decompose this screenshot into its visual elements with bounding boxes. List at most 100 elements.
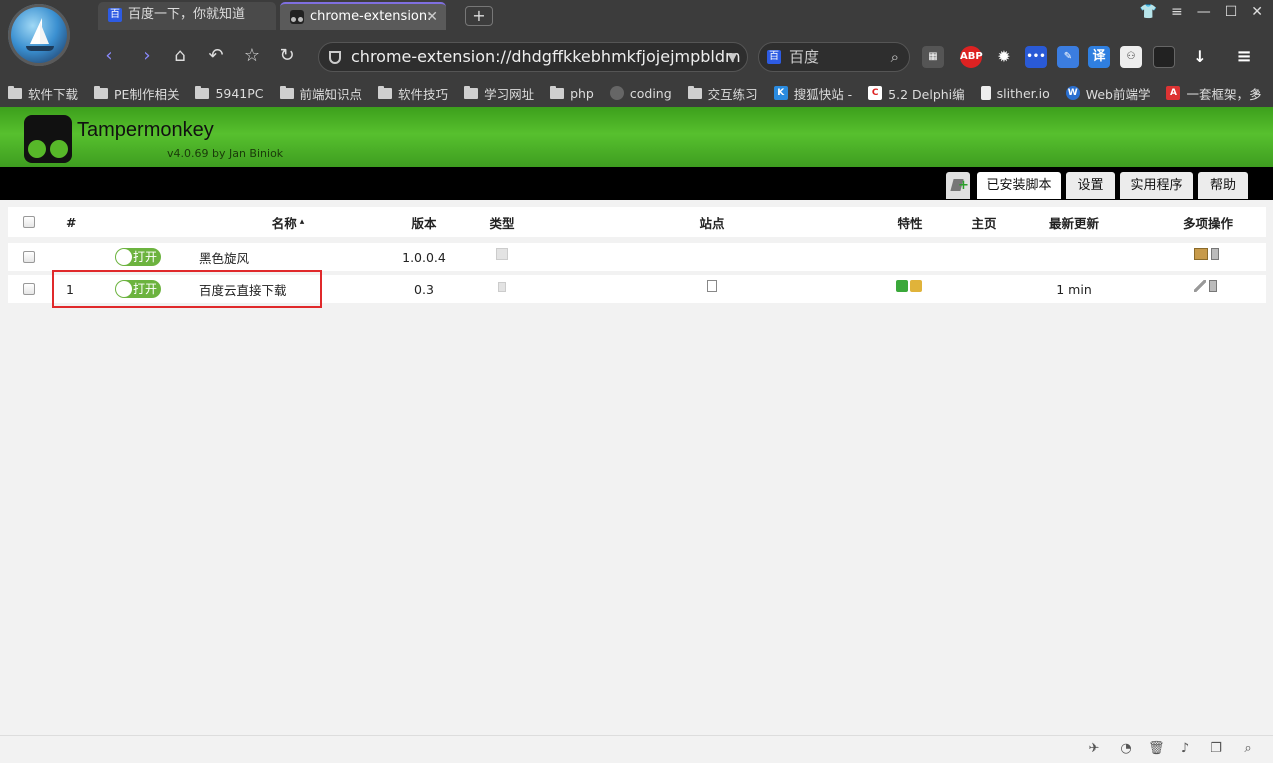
sohu-icon: K (773, 86, 788, 100)
col-version[interactable]: 版本 (394, 207, 454, 237)
bookmark-folder[interactable]: php (550, 85, 594, 101)
web-icon: W (1065, 86, 1080, 100)
tab-bar: 百 百度一下，你就知道 chrome-extension: ✕ + (96, 0, 1096, 32)
new-script-button[interactable] (946, 172, 970, 199)
face-icon[interactable]: ⚇ (1120, 46, 1142, 68)
bookmark-folder[interactable]: 软件技巧 (378, 84, 448, 103)
chevron-down-icon[interactable]: ▼ (728, 43, 737, 71)
folder-icon (550, 85, 565, 99)
tab-settings[interactable]: 设置 (1066, 172, 1115, 199)
select-all-checkbox[interactable] (23, 207, 35, 237)
bookmark-folder[interactable]: 软件下载 (8, 84, 78, 103)
folder-icon (8, 85, 22, 99)
row-actions (1194, 275, 1217, 303)
pin-icon[interactable]: ✈ (1086, 741, 1102, 757)
row-checkbox[interactable] (23, 275, 35, 303)
tab-help[interactable]: 帮助 (1198, 172, 1248, 199)
undo-icon[interactable]: ↶ (203, 44, 229, 70)
search-icon[interactable]: ⌕ (891, 43, 899, 71)
highlight-annotation (52, 270, 322, 308)
translate-icon[interactable]: 译 (1088, 46, 1110, 68)
menu-icon[interactable]: ≡ (1233, 46, 1255, 68)
toolbar: ‹ › ⌂ ↶ ☆ ↻ chrome-extension://dhdgffkke… (0, 38, 1273, 76)
bookmark-link[interactable]: coding (609, 86, 672, 101)
minimize-icon[interactable]: — (1197, 4, 1211, 20)
tampermonkey-ext-icon[interactable] (1153, 46, 1175, 68)
tm-tab-bar: 已安装脚本 设置 实用程序 帮助 (0, 167, 1273, 200)
more-bookmarks-icon[interactable]: » (1253, 84, 1261, 99)
row-checkbox[interactable] (23, 243, 35, 271)
star-icon[interactable]: ☆ (239, 44, 265, 70)
close-window-icon[interactable]: ✕ (1251, 4, 1263, 20)
speed-icon[interactable]: ◔ (1118, 741, 1134, 757)
address-bar[interactable]: chrome-extension://dhdgffkkebhmkfjojejmp… (318, 42, 748, 72)
apps-grid-icon[interactable]: ▦ (922, 46, 944, 68)
bookmark-link[interactable]: A 一套框架，多 (1166, 84, 1262, 103)
menu-lines-icon[interactable]: ≡ (1171, 4, 1183, 20)
volume-icon[interactable]: ♪ (1177, 741, 1193, 757)
status-bar: ✈ ◔ 🗑 ♪ ❐ ⌕ (0, 735, 1273, 763)
tab-utilities[interactable]: 实用程序 (1120, 172, 1193, 199)
tab-extension[interactable]: chrome-extension: ✕ (280, 2, 446, 30)
trash-icon[interactable]: 🗑 (1148, 741, 1165, 757)
edit-icon[interactable] (1194, 280, 1206, 292)
bookmark-link[interactable]: W Web前端学 (1065, 84, 1150, 103)
script-version: 0.3 (414, 281, 434, 297)
enable-toggle[interactable]: 打开 (115, 243, 161, 271)
col-name[interactable]: 名称 ▴ (238, 207, 338, 237)
col-type[interactable]: 类型 (472, 207, 532, 237)
features-icons (896, 275, 922, 303)
app-title: Tampermonkey (77, 119, 214, 141)
dots-icon[interactable]: ••• (1025, 46, 1047, 68)
lock-icon (910, 280, 922, 292)
baidu-icon: 百 (767, 50, 781, 64)
search-engine-label: 百度 (789, 48, 820, 66)
col-features[interactable]: 特性 (880, 207, 940, 237)
search-box[interactable]: 百 百度 ⌕ (758, 42, 910, 72)
folder-icon (279, 85, 294, 99)
new-tab-button[interactable]: + (465, 6, 493, 26)
bookmark-folder[interactable]: 前端知识点 (279, 84, 362, 103)
col-sites[interactable]: 站点 (682, 207, 742, 237)
bookmark-link[interactable]: C 5.2 Delphi编 (868, 84, 965, 103)
package-icon[interactable] (1194, 248, 1208, 260)
maximize-icon[interactable]: ☐ (1225, 4, 1238, 20)
trash-icon[interactable] (1211, 248, 1219, 260)
tab-installed-scripts[interactable]: 已安装脚本 (977, 172, 1061, 199)
skin-icon[interactable]: 👕 (1140, 4, 1157, 20)
reload-icon[interactable]: ↻ (274, 44, 300, 70)
shield-icon (329, 51, 341, 64)
home-icon[interactable]: ⌂ (167, 44, 193, 70)
folder-icon (378, 85, 393, 99)
sort-up-icon: ▴ (299, 217, 305, 227)
table-header: # 名称 ▴ 版本 类型 站点 特性 主页 最新更新 多项操作 (8, 207, 1266, 237)
gear-icon[interactable]: ✹ (993, 46, 1015, 68)
tm-header: Tampermonkey v4.0.69 by Jan Biniok (0, 107, 1273, 167)
col-homepage[interactable]: 主页 (954, 207, 1014, 237)
bookmark-folder[interactable]: 交互练习 (687, 84, 758, 103)
browser-chrome: 百 百度一下，你就知道 chrome-extension: ✕ + 👕 ≡ — … (0, 0, 1273, 107)
table-row: 打开 黑色旋风 1.0.0.4 (8, 243, 1266, 271)
col-updated[interactable]: 最新更新 (1038, 207, 1110, 237)
trash-icon[interactable] (1209, 280, 1217, 292)
close-tab-icon[interactable]: ✕ (426, 4, 438, 30)
bookmark-link[interactable]: K 搜狐快站 - (773, 84, 852, 103)
tab-baidu[interactable]: 百 百度一下，你就知道 (98, 2, 276, 30)
back-icon[interactable]: ‹ (96, 44, 122, 70)
download-icon[interactable]: ↓ (1189, 46, 1211, 68)
script-type-icon (492, 275, 512, 303)
update-icon (896, 280, 908, 292)
forward-icon[interactable]: › (134, 44, 160, 70)
bookmark-folder[interactable]: PE制作相关 (94, 84, 179, 103)
bookmark-folder[interactable]: 学习网址 (464, 84, 534, 103)
bookmark-link[interactable]: slither.io (980, 86, 1050, 101)
coding-icon (609, 86, 624, 100)
window-icon[interactable]: ❐ (1208, 741, 1224, 757)
script-name[interactable]: 黑色旋风 (199, 243, 249, 271)
zoom-icon[interactable]: ⌕ (1240, 741, 1256, 757)
pencil-icon[interactable]: ✎ (1057, 46, 1079, 68)
script-type-icon (492, 243, 512, 271)
adblock-icon[interactable]: ABP (960, 46, 983, 68)
bookmark-folder[interactable]: 5941PC (195, 85, 264, 101)
folder-icon (195, 85, 210, 99)
